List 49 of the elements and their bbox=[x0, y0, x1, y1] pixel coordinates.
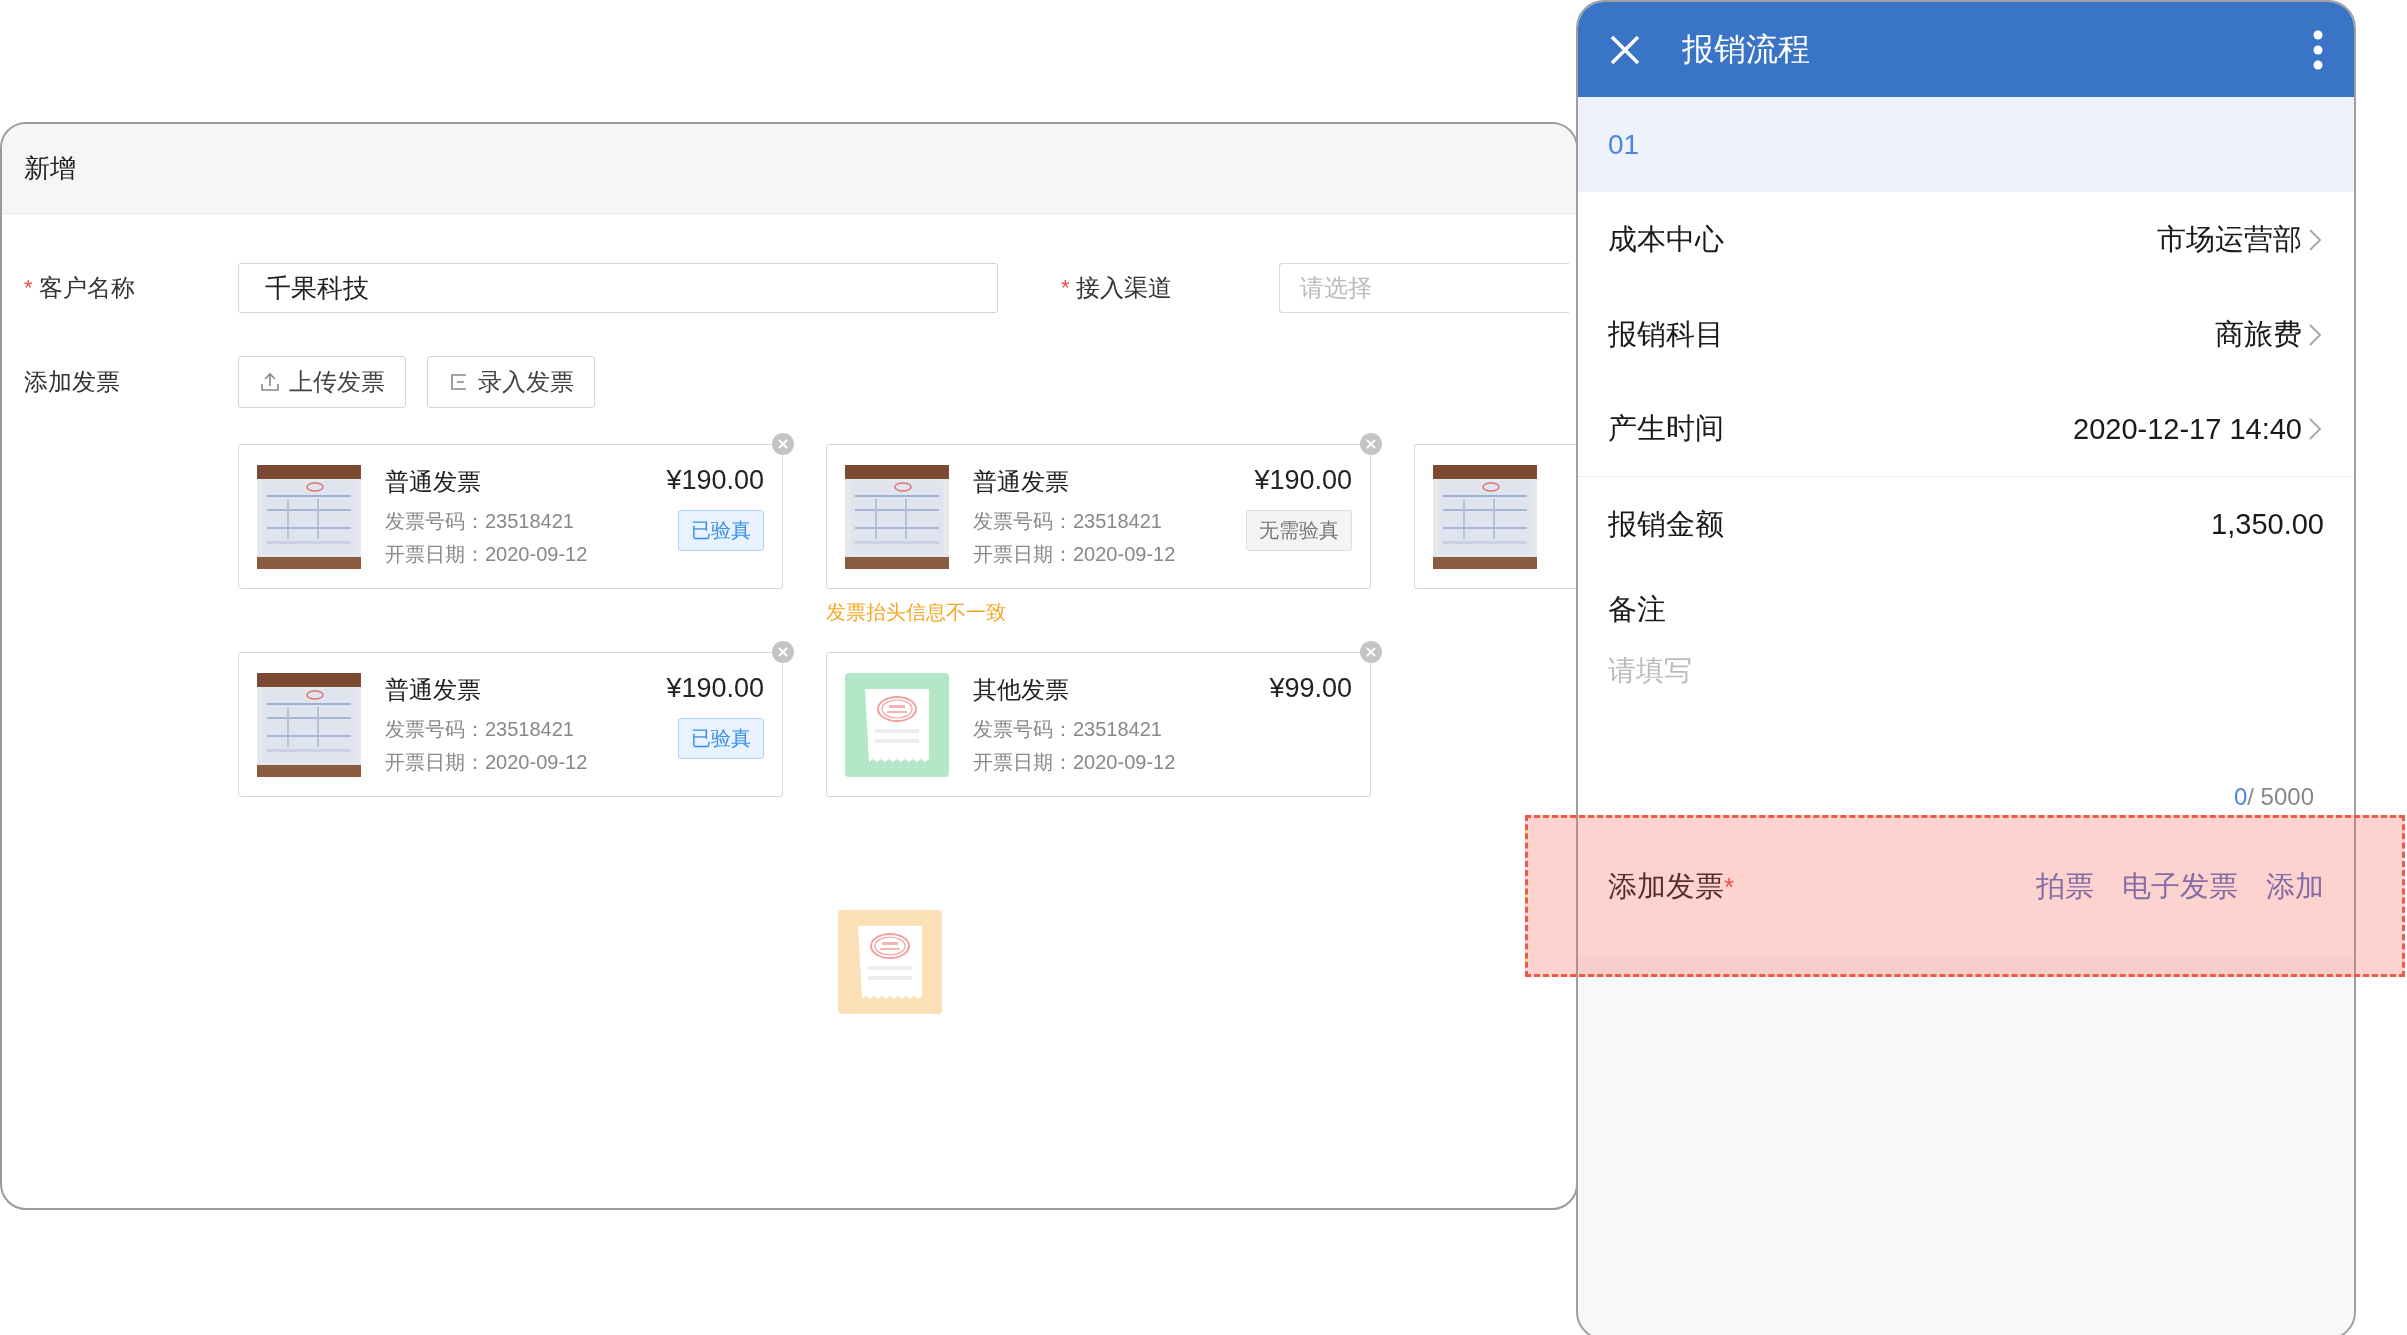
form-row[interactable]: 产生时间 2020-12-17 14:40 bbox=[1578, 382, 2354, 477]
form-row[interactable]: 成本中心 市场运营部 bbox=[1578, 192, 2354, 287]
section-number: 01 bbox=[1608, 128, 1640, 161]
invoice-date: 开票日期：2020-09-12 bbox=[385, 749, 589, 775]
invoice-number: 发票号码：23518421 bbox=[973, 716, 1163, 742]
more-icon[interactable] bbox=[2312, 29, 2324, 70]
invoice-amount: ¥190.00 bbox=[666, 673, 764, 704]
invoice-label: 添加发票 bbox=[1608, 869, 1724, 904]
panel-title: 报销流程 bbox=[1682, 29, 1811, 69]
invoice-title: 普通发票 bbox=[973, 466, 1070, 497]
required-mark: * bbox=[1724, 871, 1735, 903]
memo-label: 备注 bbox=[1608, 592, 1667, 627]
invoice-number: 发票号码：23518421 bbox=[385, 716, 575, 742]
invoice-button[interactable]: 录入发票 bbox=[427, 356, 595, 408]
status-tag: 已验真 bbox=[678, 718, 764, 759]
invoice-date: 开票日期：2020-09-12 bbox=[385, 541, 589, 567]
receipt-icon bbox=[845, 672, 949, 777]
invoice-title: 其他发票 bbox=[973, 674, 1070, 705]
status-tag: 已验真 bbox=[678, 510, 764, 551]
invoice-amount: ¥99.00 bbox=[1269, 673, 1352, 704]
input-field[interactable]: 千果科技 bbox=[238, 263, 998, 313]
char-count: 0 bbox=[2233, 783, 2248, 811]
window-title: 新增 bbox=[24, 152, 76, 185]
required-mark: * bbox=[24, 275, 33, 301]
field-label: 客户名称 bbox=[38, 273, 135, 303]
invoice-card[interactable]: 普通发票 发票号码：23518421 开票日期：2020-09-12 ¥190.00 无需验真 bbox=[826, 444, 1371, 589]
invoice-button[interactable]: 上传发票 bbox=[238, 356, 406, 408]
required-mark: * bbox=[1061, 275, 1070, 301]
form-row[interactable]: 报销科目 商旅费 bbox=[1578, 287, 2354, 382]
invoice-title: 普通发票 bbox=[385, 674, 482, 705]
invoice-date: 开票日期：2020-09-12 bbox=[973, 541, 1177, 567]
form-row[interactable]: 报销金额 1,350.00 bbox=[1578, 477, 2354, 572]
invoice-card[interactable] bbox=[1414, 444, 1576, 589]
upload-icon bbox=[259, 371, 281, 393]
field-label: 添加发票 bbox=[24, 367, 121, 397]
warning-text: 发票抬头信息不一致 bbox=[826, 600, 1007, 625]
status-tag: 无需验真 bbox=[1246, 510, 1352, 551]
invoice-number: 发票号码：23518421 bbox=[973, 508, 1163, 534]
field-label: 接入渠道 bbox=[1075, 273, 1172, 303]
invoice-title: 普通发票 bbox=[385, 466, 482, 497]
invoice-card[interactable]: 普通发票 发票号码：23518421 开票日期：2020-09-12 ¥190.00 已验真 bbox=[238, 444, 783, 589]
invoice-number: 发票号码：23518421 bbox=[385, 508, 575, 534]
invoice-card[interactable]: 普通发票 发票号码：23518421 开票日期：2020-09-12 ¥190.00 已验真 bbox=[238, 652, 783, 797]
invoice-date: 开票日期：2020-09-12 bbox=[973, 749, 1177, 775]
invoice-amount: ¥190.00 bbox=[1254, 465, 1352, 496]
invoice-amount: ¥190.00 bbox=[666, 465, 764, 496]
receipt-icon bbox=[838, 910, 942, 1014]
invoice-card[interactable]: 其他发票 发票号码：23518421 开票日期：2020-09-12 ¥99.00 bbox=[826, 652, 1371, 797]
char-limit: / 5000 bbox=[2247, 783, 2314, 811]
